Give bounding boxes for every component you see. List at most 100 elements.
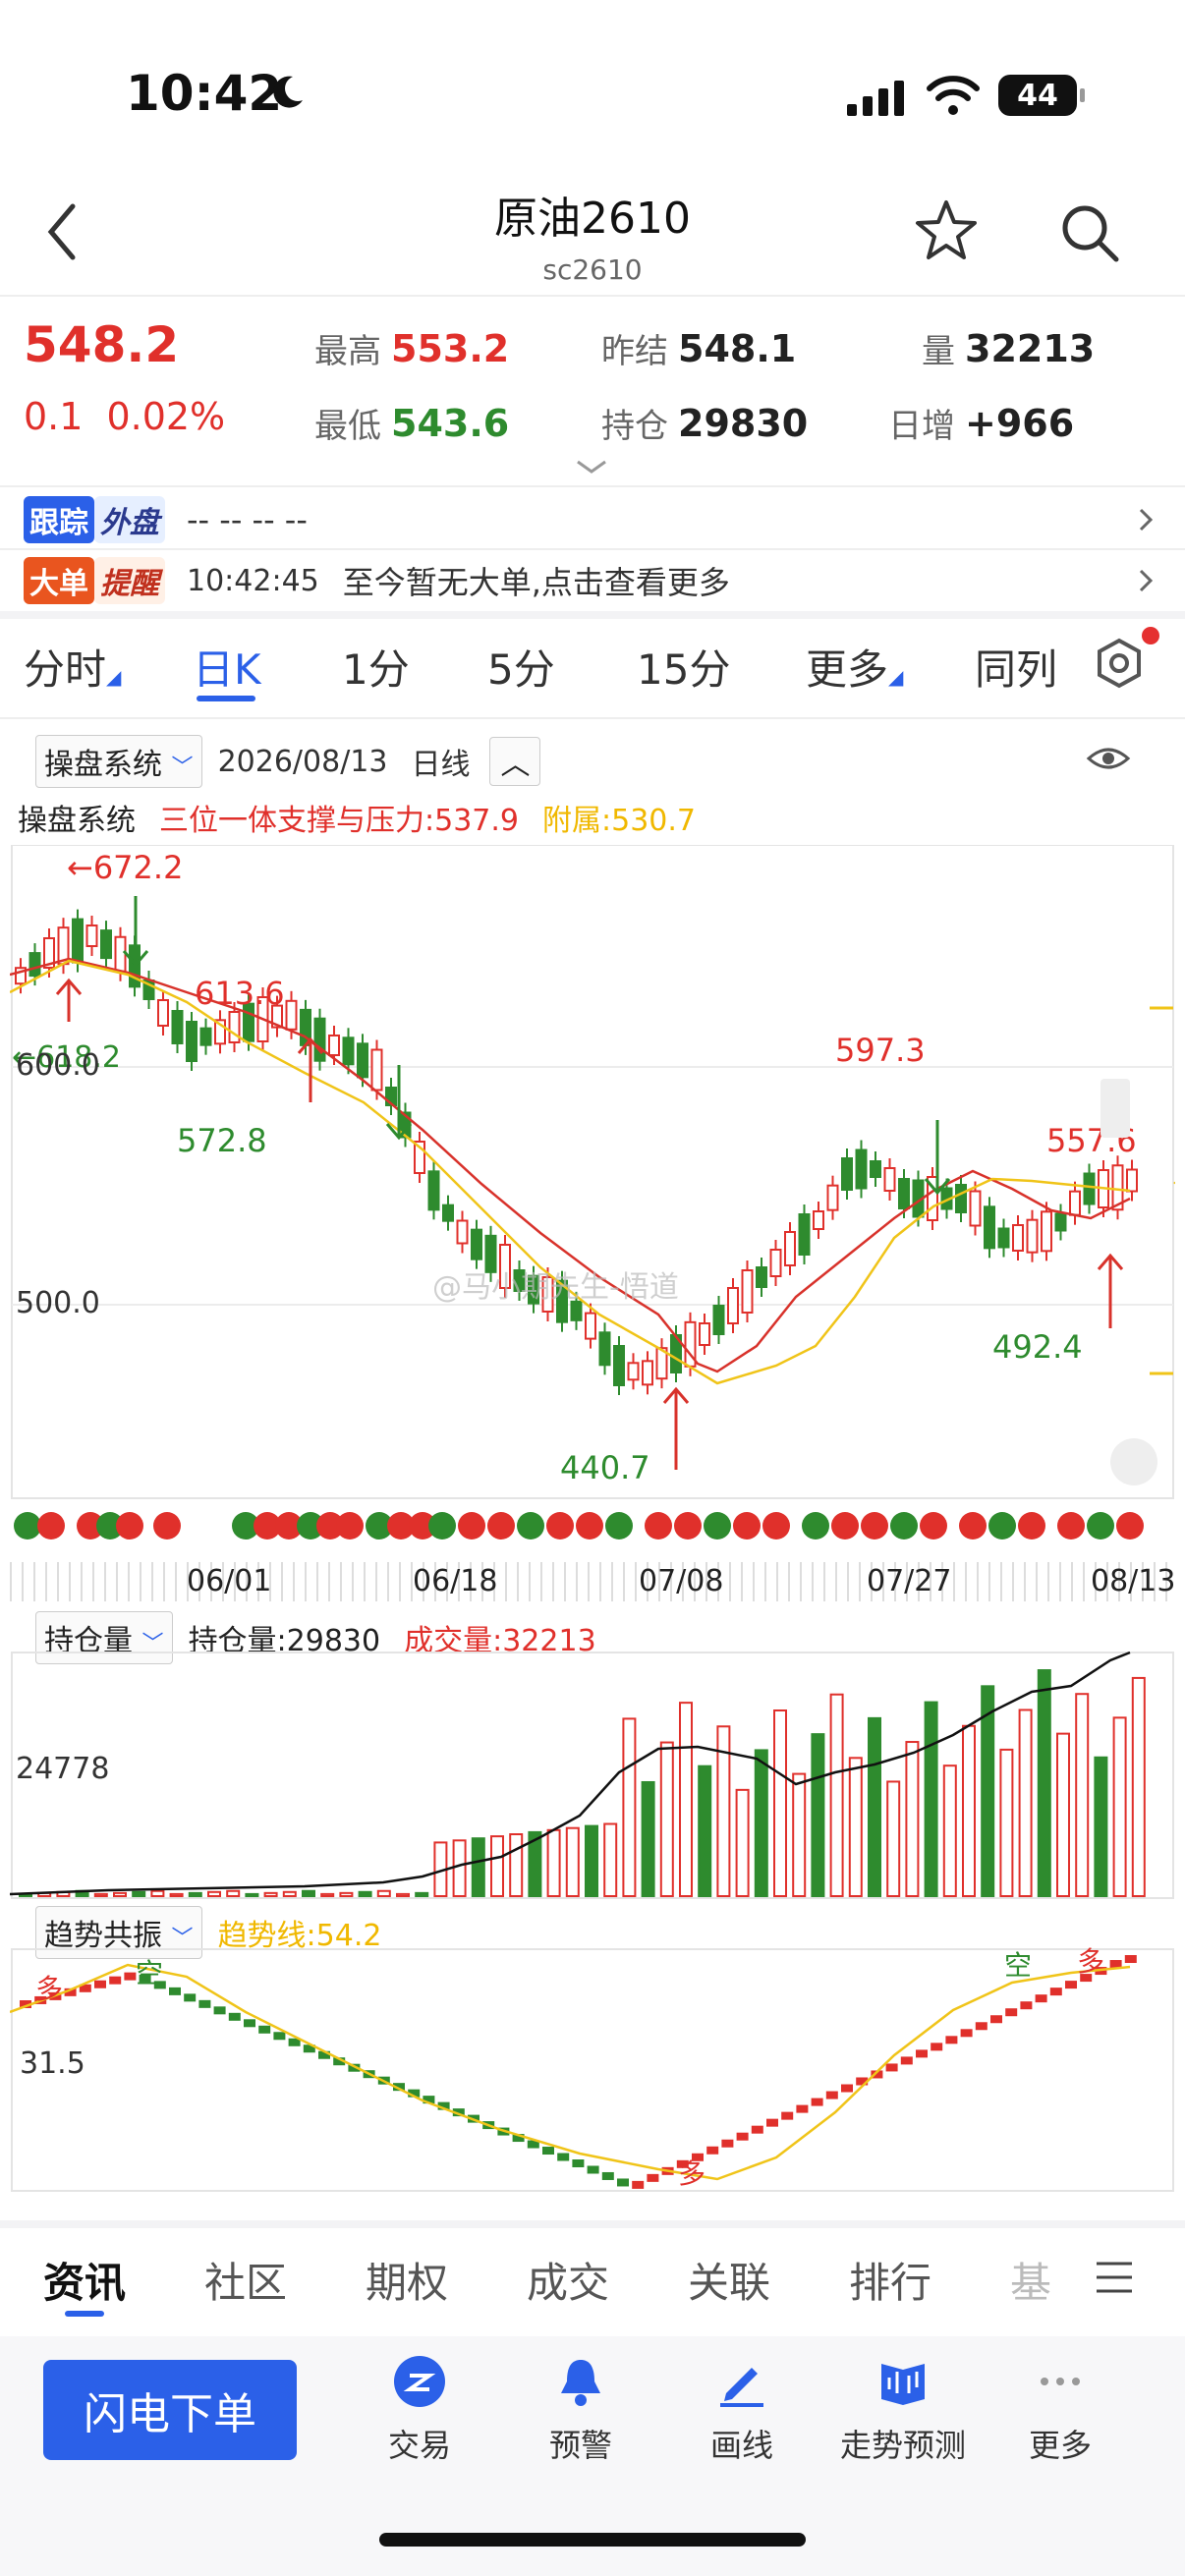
collapse-up-icon[interactable]: ︿ xyxy=(489,737,541,786)
volume-bar xyxy=(358,1890,372,1898)
prev-settle-value: 548.1 xyxy=(678,326,797,370)
trend-step xyxy=(736,2132,749,2141)
ai-marker xyxy=(861,1512,888,1540)
tab-more[interactable]: 更多◢ xyxy=(806,637,903,697)
tab-5min[interactable]: 5分 xyxy=(487,637,555,697)
candlestick-chart[interactable]: ←672.2 613.6 572.8 ←618.2 440.7 597.3 55… xyxy=(10,845,1175,1503)
volume-bar xyxy=(1094,1756,1108,1898)
label-613: 613.6 xyxy=(195,975,285,1012)
menu-icon[interactable] xyxy=(1095,2260,1134,2295)
trend-mark-2: 空 xyxy=(136,1957,163,1989)
trade-button[interactable]: 交易 xyxy=(336,2354,503,2466)
volume-bar xyxy=(376,1889,391,1897)
high-value: 553.2 xyxy=(391,326,510,370)
trend-step xyxy=(781,2111,794,2120)
volume-bar xyxy=(1112,1716,1127,1897)
volume-bar xyxy=(905,1741,920,1898)
trend-step xyxy=(1005,2008,1018,2017)
change-value: 0.1 xyxy=(24,395,84,438)
forecast-button[interactable]: 走势预测 xyxy=(819,2354,987,2466)
search-icon[interactable] xyxy=(1057,200,1122,265)
candle-body xyxy=(984,1205,995,1250)
ai-marker xyxy=(802,1512,829,1540)
big-order-row[interactable]: 大单 提醒 10:42:45 至今暂无大单,点击查看更多 xyxy=(24,556,730,605)
candle-body xyxy=(969,1190,982,1227)
candle-body xyxy=(228,1011,241,1043)
candle-body xyxy=(85,924,98,948)
tracking-row[interactable]: 跟踪 外盘 -- -- -- -- xyxy=(24,495,308,544)
tab-1min[interactable]: 1分 xyxy=(342,637,410,697)
trend-step xyxy=(542,2147,554,2156)
candle-body xyxy=(157,999,169,1027)
tab-daily-k[interactable]: 日K xyxy=(193,637,261,697)
side-drawer-handle xyxy=(1100,1079,1130,1138)
settings-hex-icon[interactable] xyxy=(1093,637,1146,690)
trend-step xyxy=(916,2049,928,2058)
tab-timeshare-corner-icon: ◢ xyxy=(106,665,122,689)
more-button[interactable]: 更多 xyxy=(977,2354,1144,2466)
outer-market-tag: 外盘 xyxy=(94,496,165,543)
price-change: 0.1 0.02% xyxy=(24,395,225,438)
trend-step xyxy=(990,2015,1002,2024)
trend-step xyxy=(796,2104,809,2113)
volume-bar xyxy=(754,1749,768,1897)
ai-marker xyxy=(14,1512,41,1540)
tab-15min[interactable]: 15分 xyxy=(637,637,730,697)
ai-marker xyxy=(336,1512,364,1540)
alert-button[interactable]: 预警 xyxy=(497,2354,664,2466)
volume-bar xyxy=(245,1892,259,1897)
ai-marker xyxy=(37,1512,65,1540)
tab-trades[interactable]: 成交 xyxy=(527,2250,609,2310)
volume-bar xyxy=(509,1833,524,1897)
volume-bar xyxy=(1056,1732,1070,1897)
volume-oi-chart[interactable]: 24778 xyxy=(10,1651,1175,1902)
low-value: 543.6 xyxy=(391,401,510,445)
volume-bar xyxy=(659,1741,674,1897)
trend-step xyxy=(751,2125,763,2134)
favorite-star-icon[interactable] xyxy=(914,198,979,263)
candle-body xyxy=(613,1345,625,1386)
watermark: @马小期先生-悟道 xyxy=(432,1270,679,1305)
tab-news[interactable]: 资讯 xyxy=(43,2250,126,2310)
trend-step xyxy=(258,2025,271,2034)
candle-body xyxy=(1083,1172,1096,1205)
candle-body xyxy=(28,952,41,978)
volume-bar xyxy=(999,1748,1014,1898)
trend-step xyxy=(617,2178,629,2187)
candle-body xyxy=(1126,1168,1138,1193)
trend-step xyxy=(766,2118,778,2127)
volume-bar xyxy=(1037,1669,1051,1897)
tab-related[interactable]: 关联 xyxy=(688,2250,770,2310)
ai-marker xyxy=(674,1512,702,1540)
draw-button[interactable]: 画线 xyxy=(658,2354,825,2466)
tab-fundamentals[interactable]: 基 xyxy=(1010,2250,1051,2310)
system-selector[interactable]: 操盘系统 ﹀ xyxy=(35,735,202,788)
volume-value: 32213 xyxy=(965,326,1096,370)
tracking-value: -- -- -- -- xyxy=(187,501,308,538)
trade-icon xyxy=(394,2356,445,2407)
trend-chart[interactable]: 31.5 多 空 多 空 多 xyxy=(10,1947,1175,2193)
expand-chevron-icon[interactable] xyxy=(574,458,609,476)
remind-tag: 提醒 xyxy=(94,557,165,604)
daily-inc-value: +966 xyxy=(965,401,1075,445)
volume-bar xyxy=(1075,1693,1090,1898)
low-label: 最低 xyxy=(314,407,381,446)
candle-body xyxy=(699,1322,710,1346)
tab-community[interactable]: 社区 xyxy=(204,2250,287,2310)
candle-body xyxy=(841,1157,853,1191)
flash-order-button[interactable]: 闪电下单 xyxy=(43,2360,297,2460)
tab-same-list[interactable]: 同列 xyxy=(975,637,1057,697)
tab-timeshare[interactable]: 分时◢ xyxy=(24,637,121,697)
volume-bar xyxy=(942,1764,957,1897)
bell-icon xyxy=(561,2360,600,2406)
trend-step xyxy=(557,2153,570,2161)
big-order-chevron-icon[interactable] xyxy=(1136,566,1156,595)
ai-marker xyxy=(920,1512,947,1540)
trend-mark-4: 空 xyxy=(1004,1949,1032,1982)
candle-body xyxy=(883,1167,896,1192)
tab-ranking[interactable]: 排行 xyxy=(849,2250,931,2310)
tracking-chevron-icon[interactable] xyxy=(1136,505,1156,534)
tab-options[interactable]: 期权 xyxy=(366,2250,448,2310)
volume-bar xyxy=(169,1892,184,1897)
eye-icon[interactable] xyxy=(1085,741,1132,776)
